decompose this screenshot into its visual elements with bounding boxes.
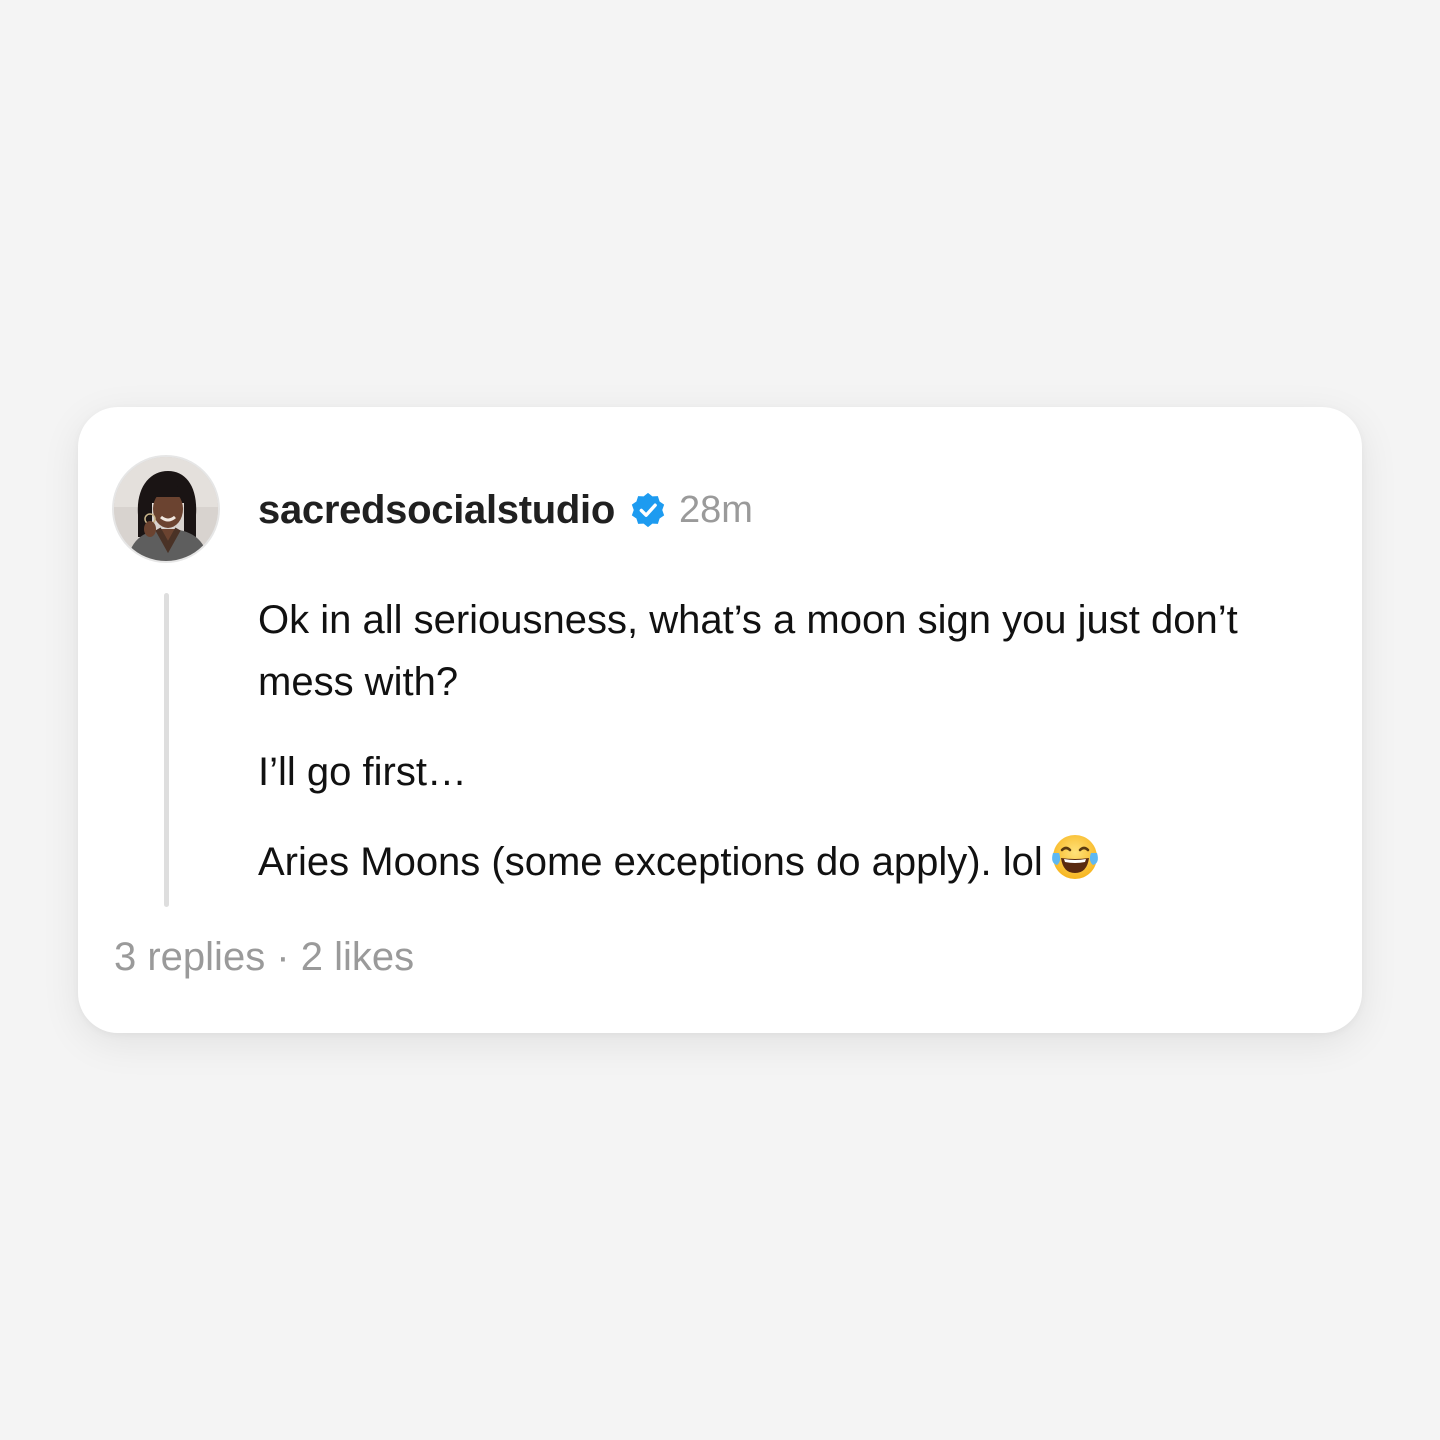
post-paragraph-text: Aries Moons (some exceptions do apply). … xyxy=(258,840,1043,884)
post-timestamp: 28m xyxy=(678,488,753,531)
post-stats[interactable]: 3 replies · 2 likes xyxy=(114,935,414,980)
verified-badge-icon xyxy=(631,492,665,528)
post-header: sacredsocialstudio 28m xyxy=(258,485,753,535)
post-paragraph: I’ll go first… xyxy=(258,750,467,794)
post-body: Ok in all seriousness, what’s a moon sig… xyxy=(258,589,1298,921)
thread-connector-line xyxy=(164,593,169,907)
face-with-tears-of-joy-icon xyxy=(1051,835,1098,879)
profile-photo xyxy=(114,457,218,561)
avatar[interactable] xyxy=(114,457,218,561)
thread-post-card: sacredsocialstudio 28m Ok in all serious… xyxy=(78,407,1362,1033)
post-paragraph: Ok in all seriousness, what’s a moon sig… xyxy=(258,598,1238,704)
username-link[interactable]: sacredsocialstudio xyxy=(258,488,615,533)
post-paragraph: Aries Moons (some exceptions do apply). … xyxy=(258,831,1298,893)
